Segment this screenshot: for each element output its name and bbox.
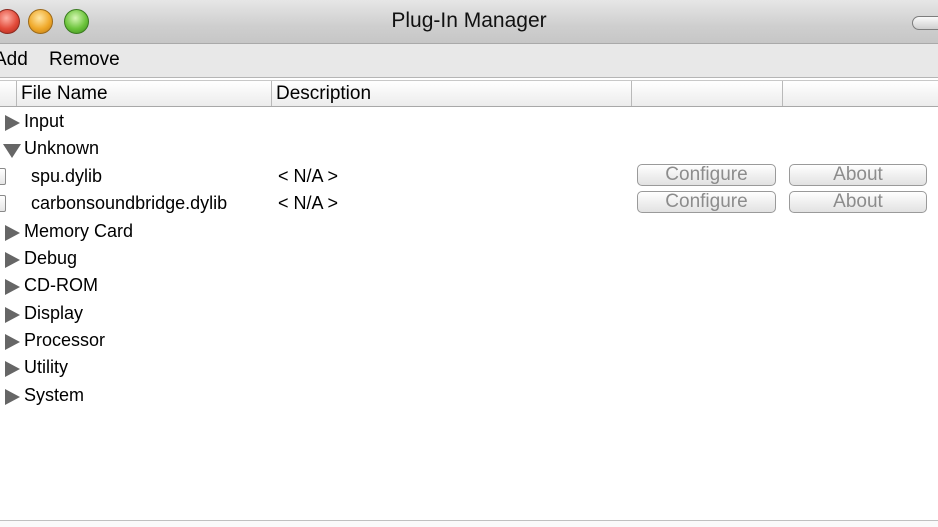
column-header-leading[interactable] xyxy=(0,81,16,106)
column-header-file-name[interactable]: File Name xyxy=(16,81,271,106)
disclosure-triangle-right-icon[interactable] xyxy=(5,307,20,323)
disclosure-triangle-right-icon[interactable] xyxy=(5,361,20,377)
group-label: Memory Card xyxy=(24,221,134,241)
enable-checkbox[interactable] xyxy=(0,168,6,185)
group-label: Display xyxy=(24,303,84,323)
about-button[interactable]: About xyxy=(789,164,927,186)
plugin-manager-window: Plug-In Manager Add Remove File Name Des… xyxy=(0,0,938,527)
group-row-input[interactable]: Input xyxy=(0,108,938,135)
add-button[interactable]: Add xyxy=(0,49,28,71)
group-row-memory-card[interactable]: Memory Card xyxy=(0,218,938,245)
about-button[interactable]: About xyxy=(789,191,927,213)
group-label: Unknown xyxy=(24,138,100,158)
group-label: Utility xyxy=(24,357,68,377)
column-header-about[interactable] xyxy=(782,81,938,106)
disclosure-triangle-right-icon[interactable] xyxy=(5,252,20,268)
group-row-system[interactable]: System xyxy=(0,382,938,409)
group-label: Processor xyxy=(24,330,106,350)
column-header-configure[interactable] xyxy=(631,81,782,106)
disclosure-triangle-right-icon[interactable] xyxy=(5,334,20,350)
plugin-row-carbonsoundbridge[interactable]: carbonsoundbridge.dylib < N/A > Configur… xyxy=(0,190,938,217)
configure-button[interactable]: Configure xyxy=(637,164,776,186)
group-label: Debug xyxy=(24,248,78,268)
toolbar-toggle-button[interactable] xyxy=(912,16,938,30)
group-label: Input xyxy=(24,111,65,131)
group-row-display[interactable]: Display xyxy=(0,300,938,327)
column-header-description[interactable]: Description xyxy=(271,81,631,106)
disclosure-triangle-right-icon[interactable] xyxy=(5,389,20,405)
group-label: System xyxy=(24,385,85,405)
plugin-description: < N/A > xyxy=(278,193,339,213)
group-row-unknown[interactable]: Unknown xyxy=(0,135,938,162)
toolbar: Add Remove xyxy=(0,44,938,78)
remove-button[interactable]: Remove xyxy=(49,49,120,71)
plugin-row-spu[interactable]: spu.dylib < N/A > Configure About xyxy=(0,163,938,190)
table-header: File Name Description xyxy=(0,80,938,107)
group-label: CD-ROM xyxy=(24,275,98,295)
window-bottom-edge xyxy=(0,520,938,527)
plugin-file-name: carbonsoundbridge.dylib xyxy=(31,193,228,213)
group-row-processor[interactable]: Processor xyxy=(0,327,938,354)
group-row-utility[interactable]: Utility xyxy=(0,354,938,381)
disclosure-triangle-right-icon[interactable] xyxy=(5,115,20,131)
window-title: Plug-In Manager xyxy=(391,9,547,32)
disclosure-triangle-down-icon[interactable] xyxy=(3,144,21,158)
group-row-cd-rom[interactable]: CD-ROM xyxy=(0,272,938,299)
title-bar[interactable]: Plug-In Manager xyxy=(0,0,938,44)
disclosure-triangle-right-icon[interactable] xyxy=(5,225,20,241)
disclosure-triangle-right-icon[interactable] xyxy=(5,279,20,295)
group-row-debug[interactable]: Debug xyxy=(0,245,938,272)
plugin-description: < N/A > xyxy=(278,166,339,186)
plugin-file-name: spu.dylib xyxy=(31,166,103,186)
enable-checkbox[interactable] xyxy=(0,195,6,212)
configure-button[interactable]: Configure xyxy=(637,191,776,213)
